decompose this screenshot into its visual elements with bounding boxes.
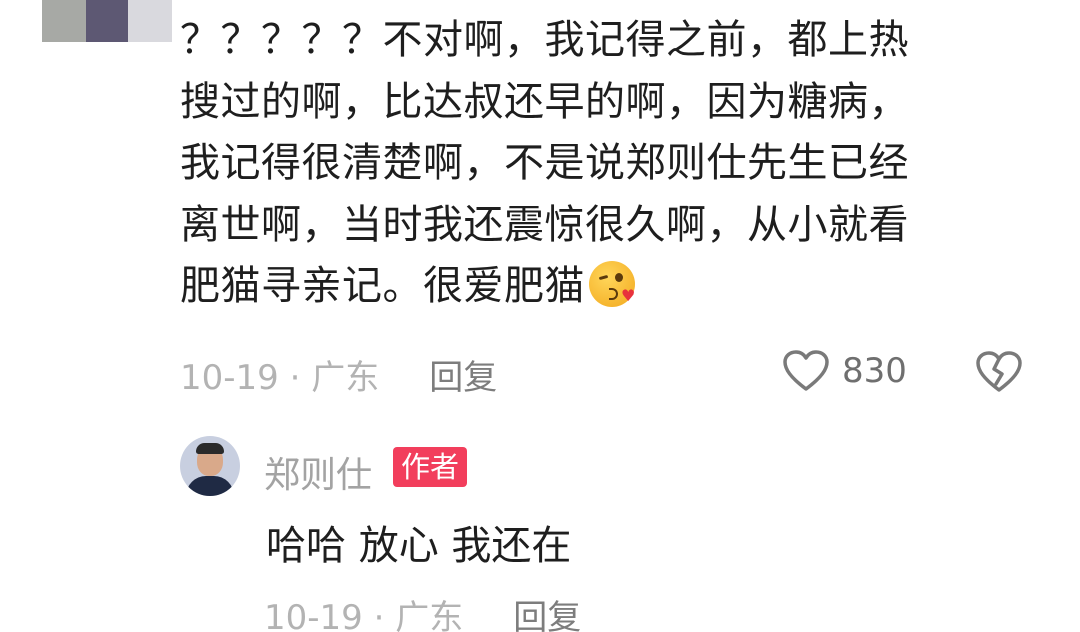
reply-date: 10-19 · 广东	[264, 598, 464, 632]
comment-line-last: 肥猫寻亲记。很爱肥猫 ♥	[180, 256, 1010, 318]
avatar-segment	[86, 0, 128, 42]
heart-outline-icon	[783, 350, 829, 391]
reply-author-avatar[interactable]	[180, 436, 240, 496]
avatar-segment	[128, 0, 172, 42]
reply-body: 哈哈 放心 我还在	[266, 523, 572, 569]
kissing-emoji-icon: ♥	[589, 261, 635, 307]
like-button[interactable]: 830	[782, 348, 907, 394]
comment-date: 10-19 · 广东	[180, 358, 380, 398]
avatar[interactable]	[42, 0, 172, 42]
comment-meta: 10-19 · 广东 回复	[180, 350, 497, 399]
reply-author-name[interactable]: 郑则仕	[264, 446, 372, 498]
comment-body: ？？？？？不对啊，我记得之前，都上热 搜过的啊，比达叔还早的啊，因为糖病， 我记…	[180, 10, 1010, 318]
comment-line: ？？？？？不对啊，我记得之前，都上热	[180, 17, 909, 63]
reply-button[interactable]: 回复	[429, 358, 497, 398]
reply-meta: 10-19 · 广东 回复	[264, 590, 581, 632]
author-badge: 作者	[393, 447, 468, 487]
avatar-segment	[42, 0, 86, 42]
comment-line: 我记得很清楚啊，不是说郑则仕先生已经	[180, 140, 909, 186]
comment-line: 搜过的啊，比达叔还早的啊，因为糖病，	[180, 78, 909, 125]
like-count: 830	[842, 351, 907, 391]
broken-heart-icon[interactable]	[975, 350, 1023, 394]
comment-line: 离世啊，当时我还震惊很久啊，从小就看	[180, 201, 909, 248]
comment-thread: ？？？？？不对啊，我记得之前，都上热 搜过的啊，比达叔还早的啊，因为糖病， 我记…	[0, 0, 1080, 632]
comment-line: 肥猫寻亲记。很爱肥猫	[180, 263, 585, 309]
reply-button[interactable]: 回复	[513, 598, 581, 632]
